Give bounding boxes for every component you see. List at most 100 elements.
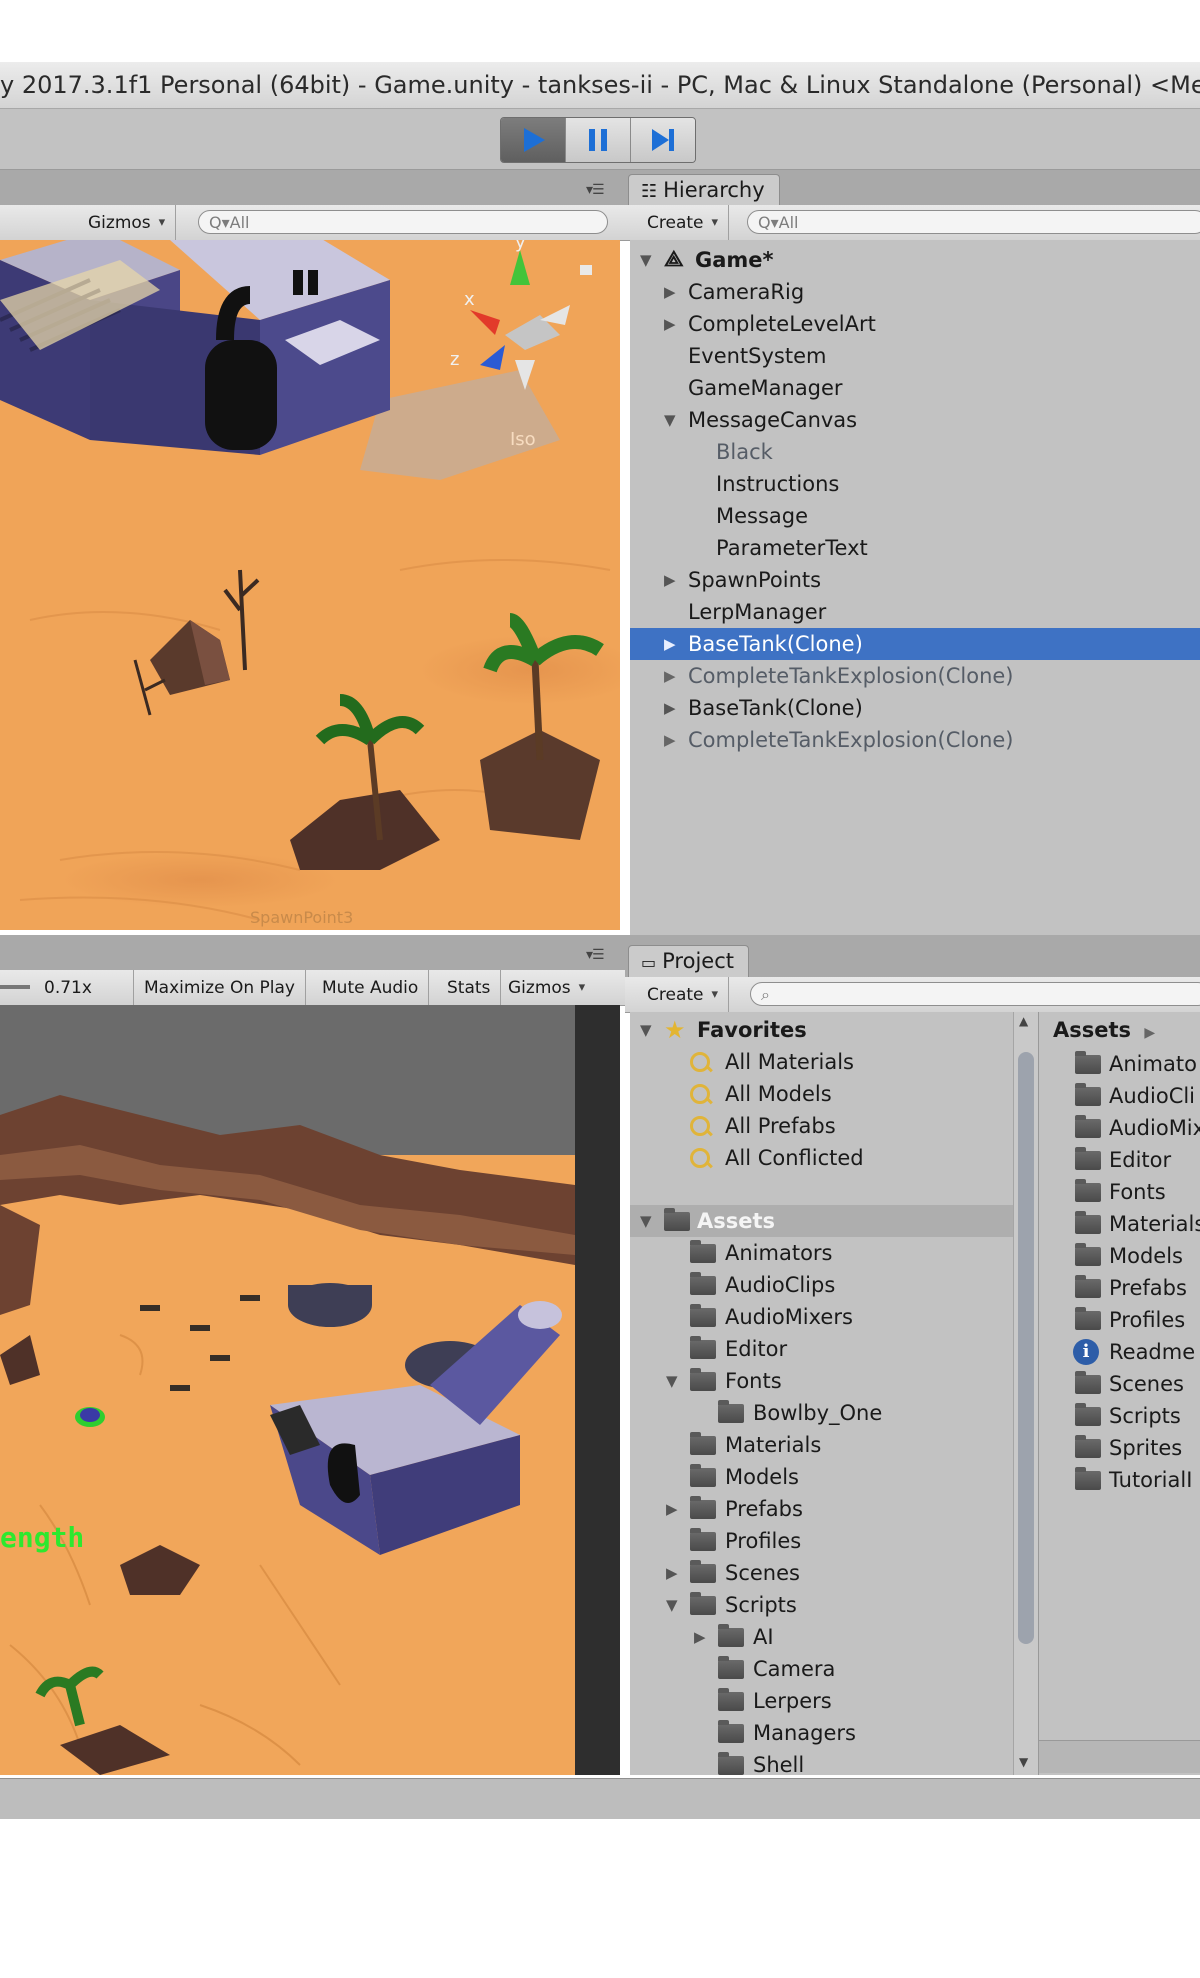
folder-label: Lerpers [753,1689,832,1713]
collapsed-triangle-icon[interactable]: ▶ [664,308,676,340]
hierarchy-item[interactable]: Instructions [630,468,1200,500]
asset-item[interactable]: Fonts [1039,1176,1200,1208]
folder-item[interactable]: Profiles [630,1525,1013,1557]
folder-item[interactable]: ▼ Fonts [630,1365,1013,1397]
hierarchy-item[interactable]: ▶ BaseTank(Clone) [630,692,1200,724]
panel-menu-icon[interactable]: ▾☰ [586,947,605,963]
expand-triangle-icon[interactable]: ▼ [666,1589,678,1621]
expand-triangle-icon[interactable]: ▼ [640,1205,652,1237]
collapsed-triangle-icon[interactable]: ▶ [694,1621,706,1653]
hierarchy-item[interactable]: GameManager [630,372,1200,404]
scroll-down-arrow-icon[interactable]: ▼ [1019,1755,1028,1769]
project-search-input[interactable]: ⌕ [750,982,1200,1006]
scene-search-input[interactable]: Q▾All [198,210,608,234]
asset-item[interactable]: TutorialI [1039,1464,1200,1496]
scrollbar-thumb[interactable] [1018,1052,1034,1644]
favorite-item[interactable]: All Conflicted [630,1142,1013,1174]
folder-item[interactable]: Lerpers [630,1685,1013,1717]
hierarchy-item[interactable]: ▶ CompleteTankExplosion(Clone) [630,724,1200,756]
hierarchy-item[interactable]: Black [630,436,1200,468]
game-gizmos-dropdown[interactable]: Gizmos [498,970,595,1005]
folder-item[interactable]: Editor [630,1333,1013,1365]
scene-gizmos-dropdown[interactable]: Gizmos [78,205,177,240]
folder-item[interactable]: ▶ AI [630,1621,1013,1653]
hierarchy-item[interactable]: ▼ MessageCanvas [630,404,1200,436]
tab-hierarchy[interactable]: ☷ Hierarchy [628,174,780,207]
expand-triangle-icon[interactable]: ▼ [666,1365,678,1397]
folder-item[interactable]: Managers [630,1717,1013,1749]
collapsed-triangle-icon[interactable]: ▶ [666,1493,678,1525]
folder-item[interactable]: AudioClips [630,1269,1013,1301]
folder-item[interactable]: AudioMixers [630,1301,1013,1333]
favorites-header[interactable]: ▼ ★ Favorites [630,1014,1013,1046]
stats-toggle[interactable]: Stats [437,970,502,1005]
asset-item[interactable]: AudioCli [1039,1080,1200,1112]
mute-audio-toggle[interactable]: Mute Audio [312,970,430,1005]
game-view[interactable]: ength [0,1005,575,1775]
asset-item[interactable]: Models [1039,1240,1200,1272]
asset-item[interactable]: Animato [1039,1048,1200,1080]
hierarchy-item[interactable]: ▶ CompleteTankExplosion(Clone) [630,660,1200,692]
asset-item[interactable]: Scripts [1039,1400,1200,1432]
tab-project[interactable]: ▭ Project [628,945,749,978]
favorite-item[interactable]: All Prefabs [630,1110,1013,1142]
asset-breadcrumb[interactable]: Assets ▶ [1053,1014,1200,1046]
collapsed-triangle-icon[interactable]: ▶ [664,692,676,724]
folder-item[interactable]: ▶ Prefabs [630,1493,1013,1525]
hierarchy-item[interactable]: EventSystem [630,340,1200,372]
folder-item[interactable]: ▶ Scenes [630,1557,1013,1589]
folder-item[interactable]: Materials [630,1429,1013,1461]
lock-icon[interactable] [580,265,592,275]
asset-item[interactable]: Prefabs [1039,1272,1200,1304]
collapsed-triangle-icon[interactable]: ▶ [664,724,676,756]
collapsed-triangle-icon[interactable]: ▶ [664,628,676,660]
favorite-item-label: All Prefabs [725,1114,836,1138]
scale-slider[interactable] [0,985,30,989]
project-create-button[interactable]: Create [637,977,730,1012]
folder-item[interactable]: Models [630,1461,1013,1493]
hierarchy-item[interactable]: ▶ CameraRig [630,276,1200,308]
collapsed-triangle-icon[interactable]: ▶ [666,1557,678,1589]
collapsed-triangle-icon[interactable]: ▶ [664,660,676,692]
hierarchy-scene-row[interactable]: ▼ ⟁ Game* [630,244,1200,276]
favorite-item[interactable]: All Materials [630,1046,1013,1078]
step-button[interactable] [631,118,695,162]
scene-view[interactable]: y x z Iso SpawnPoint3 [0,240,620,930]
maximize-on-play-toggle[interactable]: Maximize On Play [134,970,306,1005]
asset-item[interactable]: Sprites [1039,1432,1200,1464]
expand-triangle-icon[interactable]: ▼ [640,1014,652,1046]
scroll-up-arrow-icon[interactable]: ▲ [1019,1014,1028,1028]
asset-item[interactable]: Profiles [1039,1304,1200,1336]
folder-item[interactable]: Shell [630,1749,1013,1775]
play-button[interactable] [501,118,566,162]
project-tree-scrollbar[interactable]: ▲ ▼ [1013,1012,1038,1775]
folder-label: Prefabs [725,1497,803,1521]
expand-triangle-icon[interactable]: ▼ [664,404,676,436]
folder-item[interactable]: Animators [630,1237,1013,1269]
hierarchy-search-input[interactable]: Q▾All [747,210,1200,234]
hierarchy-item[interactable]: ParameterText [630,532,1200,564]
pause-button[interactable] [566,118,631,162]
game-illustration: ength [0,1005,575,1775]
assets-root[interactable]: ▼ Assets [630,1205,1013,1237]
hierarchy-item[interactable]: Message [630,500,1200,532]
asset-item[interactable]: Materials [1039,1208,1200,1240]
hierarchy-create-button[interactable]: Create [637,205,730,240]
folder-item[interactable]: ▼ Scripts [630,1589,1013,1621]
hierarchy-item[interactable]: LerpManager [630,596,1200,628]
expand-triangle-icon[interactable]: ▼ [640,244,652,276]
folder-item[interactable]: Camera [630,1653,1013,1685]
hierarchy-item[interactable]: ▶ SpawnPoints [630,564,1200,596]
collapsed-triangle-icon[interactable]: ▶ [664,276,676,308]
favorite-item[interactable]: All Models [630,1078,1013,1110]
folder-item[interactable]: Bowlby_One [630,1397,1013,1429]
asset-item[interactable]: AudioMix [1039,1112,1200,1144]
collapsed-triangle-icon[interactable]: ▶ [664,564,676,596]
hierarchy-item[interactable]: ▶ CompleteLevelArt [630,308,1200,340]
asset-item[interactable]: Editor [1039,1144,1200,1176]
scene-tab-row: ▾☰ [0,170,625,205]
asset-item[interactable]: i Readme [1039,1336,1200,1368]
asset-item[interactable]: Scenes [1039,1368,1200,1400]
panel-menu-icon[interactable]: ▾☰ [586,182,605,198]
hierarchy-item-selected[interactable]: ▶ BaseTank(Clone) [630,628,1200,660]
